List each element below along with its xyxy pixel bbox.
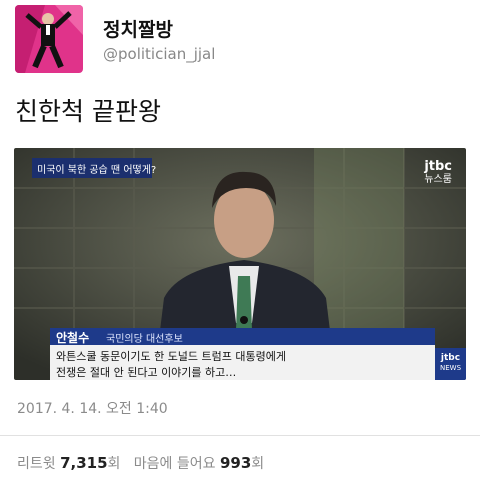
subtitle-bar: 와튼스쿨 동문이기도 한 도널드 트럼프 대통령에게 전쟁은 절대 안 된다고 …	[50, 345, 435, 380]
corner-logo: jtbc NEWS	[435, 348, 466, 380]
tweet-text: 친한척 끝판왕	[15, 97, 161, 126]
broadcaster-logo: jtbc 뉴스룸	[424, 160, 452, 186]
display-name[interactable]: 정치짤방	[103, 15, 173, 42]
divider	[0, 435, 480, 436]
likes-stat[interactable]: 마음에 들어요 993회	[133, 454, 265, 472]
speaker-role: 국민의당 대선후보	[106, 334, 183, 345]
video-screenshot[interactable]: 미국이 북한 공습 땐 어떻게? jtbc 뉴스룸 안철수 국민의당 대선후보 …	[14, 148, 466, 380]
likes-unit: 회	[251, 456, 265, 472]
tweet-timestamp: 2017. 4. 14. 오전 1:40	[17, 401, 168, 417]
avatar[interactable]	[15, 5, 83, 73]
top-caption-bar: 미국이 북한 공습 땐 어떻게?	[32, 158, 156, 178]
tweet-stats: 리트윗 7,315회 마음에 들어요 993회	[17, 453, 264, 473]
subtitle-line-2: 전쟁은 절대 안 된다고 이야기를 하고…	[56, 366, 237, 379]
likes-label: 마음에 들어요	[133, 456, 216, 472]
retweets-unit: 회	[107, 456, 121, 472]
retweets-stat[interactable]: 리트윗 7,315회	[17, 454, 125, 472]
corner-logo-main: jtbc	[440, 353, 461, 363]
speaker-name: 안철수	[56, 331, 90, 345]
subtitle-line-1: 와튼스쿨 동문이기도 한 도널드 트럼프 대통령에게	[56, 350, 287, 363]
tweet-header: 정치짤방 @politician_jjal	[15, 5, 465, 75]
logo-sub: 뉴스룸	[424, 174, 452, 185]
likes-count: 993	[219, 454, 252, 472]
retweets-count: 7,315	[60, 454, 108, 472]
corner-logo-sub: NEWS	[439, 364, 462, 372]
name-bar: 안철수 국민의당 대선후보	[50, 328, 435, 345]
account-handle[interactable]: @politician_jjal	[103, 45, 215, 63]
retweets-label: 리트윗	[17, 456, 56, 472]
logo-main: jtbc	[424, 159, 452, 174]
top-caption-text: 미국이 북한 공습 땐 어떻게?	[37, 165, 157, 176]
